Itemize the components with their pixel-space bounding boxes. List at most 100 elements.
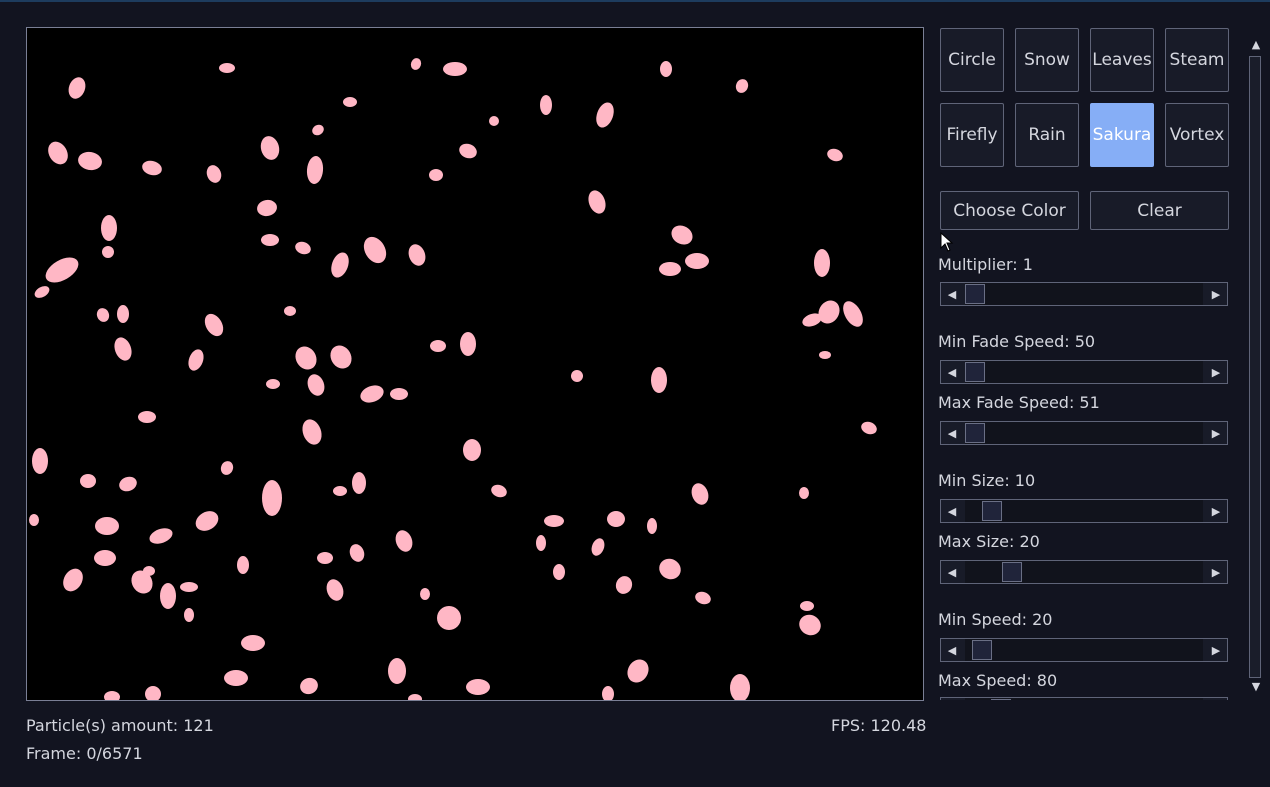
max-fade-speed-label: Max Fade Speed: 51 (938, 393, 1100, 412)
particle-canvas[interactable] (26, 27, 924, 701)
sakura-petal (460, 332, 476, 356)
sakura-petal (615, 576, 633, 594)
sakura-petal (204, 313, 224, 337)
sakura-petal (307, 374, 325, 396)
mouse-cursor-icon (940, 232, 954, 252)
sakura-petal (408, 244, 426, 266)
sakura-petal (142, 160, 162, 176)
slider-track[interactable] (965, 283, 1203, 305)
scroll-up-arrow-icon[interactable]: ▲ (1245, 34, 1267, 54)
slider-left-arrow-icon[interactable]: ◀ (941, 283, 963, 305)
preset-firefly-button[interactable]: Firefly (940, 103, 1004, 167)
sakura-petal (671, 225, 693, 245)
sakura-petal (101, 215, 117, 241)
sakura-petal (237, 556, 249, 574)
sakura-petal (363, 236, 387, 264)
sakura-petal (553, 564, 565, 580)
max-fade-speed-slider[interactable]: ◀ ▶ (940, 421, 1228, 445)
sakura-petal (491, 484, 507, 498)
slider-track[interactable] (965, 698, 1203, 700)
sakura-petal (395, 530, 413, 552)
sakura-petal (343, 97, 357, 107)
slider-right-arrow-icon[interactable]: ▶ (1205, 639, 1227, 661)
sakura-petal (312, 124, 324, 136)
sakura-petal (799, 614, 821, 636)
panel-scrollbar[interactable]: ▲ ▼ (1245, 28, 1267, 698)
sakura-petal (138, 411, 156, 423)
slider-thumb[interactable] (965, 423, 985, 443)
slider-left-arrow-icon[interactable]: ◀ (941, 639, 963, 661)
min-speed-slider[interactable]: ◀ ▶ (940, 638, 1228, 662)
sakura-petal (685, 253, 709, 269)
sakura-petal (843, 301, 863, 327)
sakura-petal (195, 511, 219, 531)
sakura-petal (730, 674, 750, 700)
slider-thumb[interactable] (982, 501, 1003, 521)
sakura-petal (814, 249, 830, 277)
sakura-petal (800, 601, 814, 611)
slider-right-arrow-icon[interactable]: ▶ (1205, 422, 1227, 444)
sakura-petal (188, 349, 204, 371)
sakura-petal (695, 591, 711, 605)
slider-track[interactable] (965, 639, 1203, 661)
min-size-slider[interactable]: ◀ ▶ (940, 499, 1228, 523)
slider-thumb[interactable] (991, 699, 1012, 700)
sakura-petal (114, 337, 132, 361)
choose-color-button[interactable]: Choose Color (940, 191, 1079, 230)
sakura-petal (78, 151, 102, 171)
sakura-petal (651, 367, 667, 393)
sakura-petal (63, 568, 83, 592)
slider-track[interactable] (965, 500, 1203, 522)
sakura-petal (219, 63, 235, 73)
preset-sakura-button[interactable]: Sakura (1090, 103, 1154, 167)
sakura-petal (463, 439, 481, 461)
multiplier-slider[interactable]: ◀ ▶ (940, 282, 1228, 306)
slider-right-arrow-icon[interactable]: ▶ (1205, 500, 1227, 522)
slider-left-arrow-icon[interactable]: ◀ (941, 500, 963, 522)
slider-right-arrow-icon[interactable]: ▶ (1205, 561, 1227, 583)
sakura-petal (627, 659, 649, 683)
sakura-petal (591, 538, 605, 556)
scroll-down-arrow-icon[interactable]: ▼ (1245, 676, 1267, 696)
preset-vortex-button[interactable]: Vortex (1165, 103, 1229, 167)
scrollbar-thumb[interactable] (1249, 56, 1261, 678)
min-fade-speed-slider[interactable]: ◀ ▶ (940, 360, 1228, 384)
preset-steam-button[interactable]: Steam (1165, 28, 1229, 92)
slider-left-arrow-icon[interactable]: ◀ (941, 361, 963, 383)
sakura-petal (420, 588, 430, 600)
sakura-petal (660, 61, 672, 77)
sakura-petal (349, 544, 365, 562)
fps-text: FPS: 120.48 (831, 716, 927, 735)
preset-snow-button[interactable]: Snow (1015, 28, 1079, 92)
slider-thumb[interactable] (1002, 562, 1023, 582)
sakura-petal (410, 58, 422, 70)
sakura-petal (241, 635, 265, 651)
slider-right-arrow-icon[interactable]: ▶ (1205, 283, 1227, 305)
slider-thumb[interactable] (965, 284, 985, 304)
sakura-petal (388, 658, 406, 684)
preset-circle-button[interactable]: Circle (940, 28, 1004, 92)
preset-leaves-button[interactable]: Leaves (1090, 28, 1154, 92)
slider-left-arrow-icon[interactable]: ◀ (941, 561, 963, 583)
preset-rain-button[interactable]: Rain (1015, 103, 1079, 167)
slider-right-arrow-icon[interactable]: ▶ (1205, 361, 1227, 383)
slider-left-arrow-icon[interactable]: ◀ (941, 422, 963, 444)
slider-track[interactable] (965, 561, 1203, 583)
sakura-petals (29, 58, 877, 700)
slider-thumb[interactable] (971, 640, 992, 660)
clear-button[interactable]: Clear (1090, 191, 1229, 230)
sakura-petal (540, 95, 552, 115)
sakura-petal (302, 419, 322, 445)
slider-thumb[interactable] (965, 362, 985, 382)
max-speed-label: Max Speed: 80 (938, 671, 1058, 690)
slider-track[interactable] (965, 422, 1203, 444)
sakura-petal (262, 480, 282, 516)
sakura-petal (326, 579, 344, 601)
sakura-petal (261, 234, 279, 246)
sakura-petal (34, 286, 50, 298)
max-size-label: Max Size: 20 (938, 532, 1040, 551)
max-size-slider[interactable]: ◀ ▶ (940, 560, 1228, 584)
sakura-petal (408, 694, 422, 700)
slider-track[interactable] (965, 361, 1203, 383)
max-speed-slider[interactable] (940, 697, 1228, 700)
